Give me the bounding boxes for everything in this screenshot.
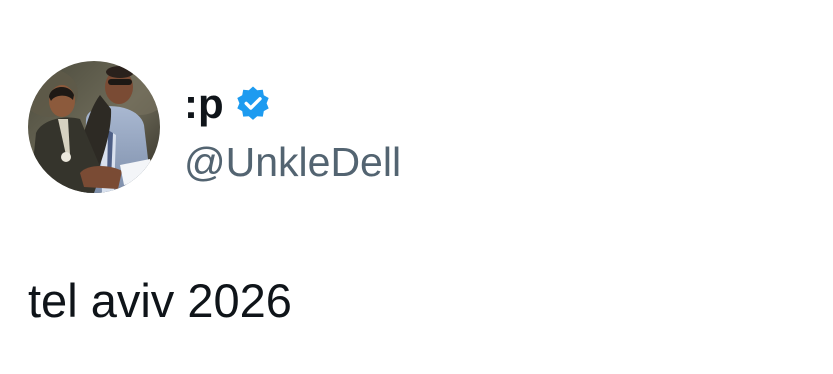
name-row: :p xyxy=(184,80,401,128)
tweet-header: :p @UnkleDell xyxy=(28,61,401,193)
author-handle[interactable]: @UnkleDell xyxy=(184,138,401,186)
avatar-photo xyxy=(28,61,160,193)
verified-badge-icon xyxy=(234,85,272,123)
tweet-card: :p @UnkleDell tel aviv 2026 xyxy=(0,0,833,374)
author-identity: :p @UnkleDell xyxy=(184,61,401,186)
tweet-text: tel aviv 2026 xyxy=(28,274,292,327)
display-name[interactable]: :p xyxy=(184,80,224,128)
avatar[interactable] xyxy=(28,61,160,193)
